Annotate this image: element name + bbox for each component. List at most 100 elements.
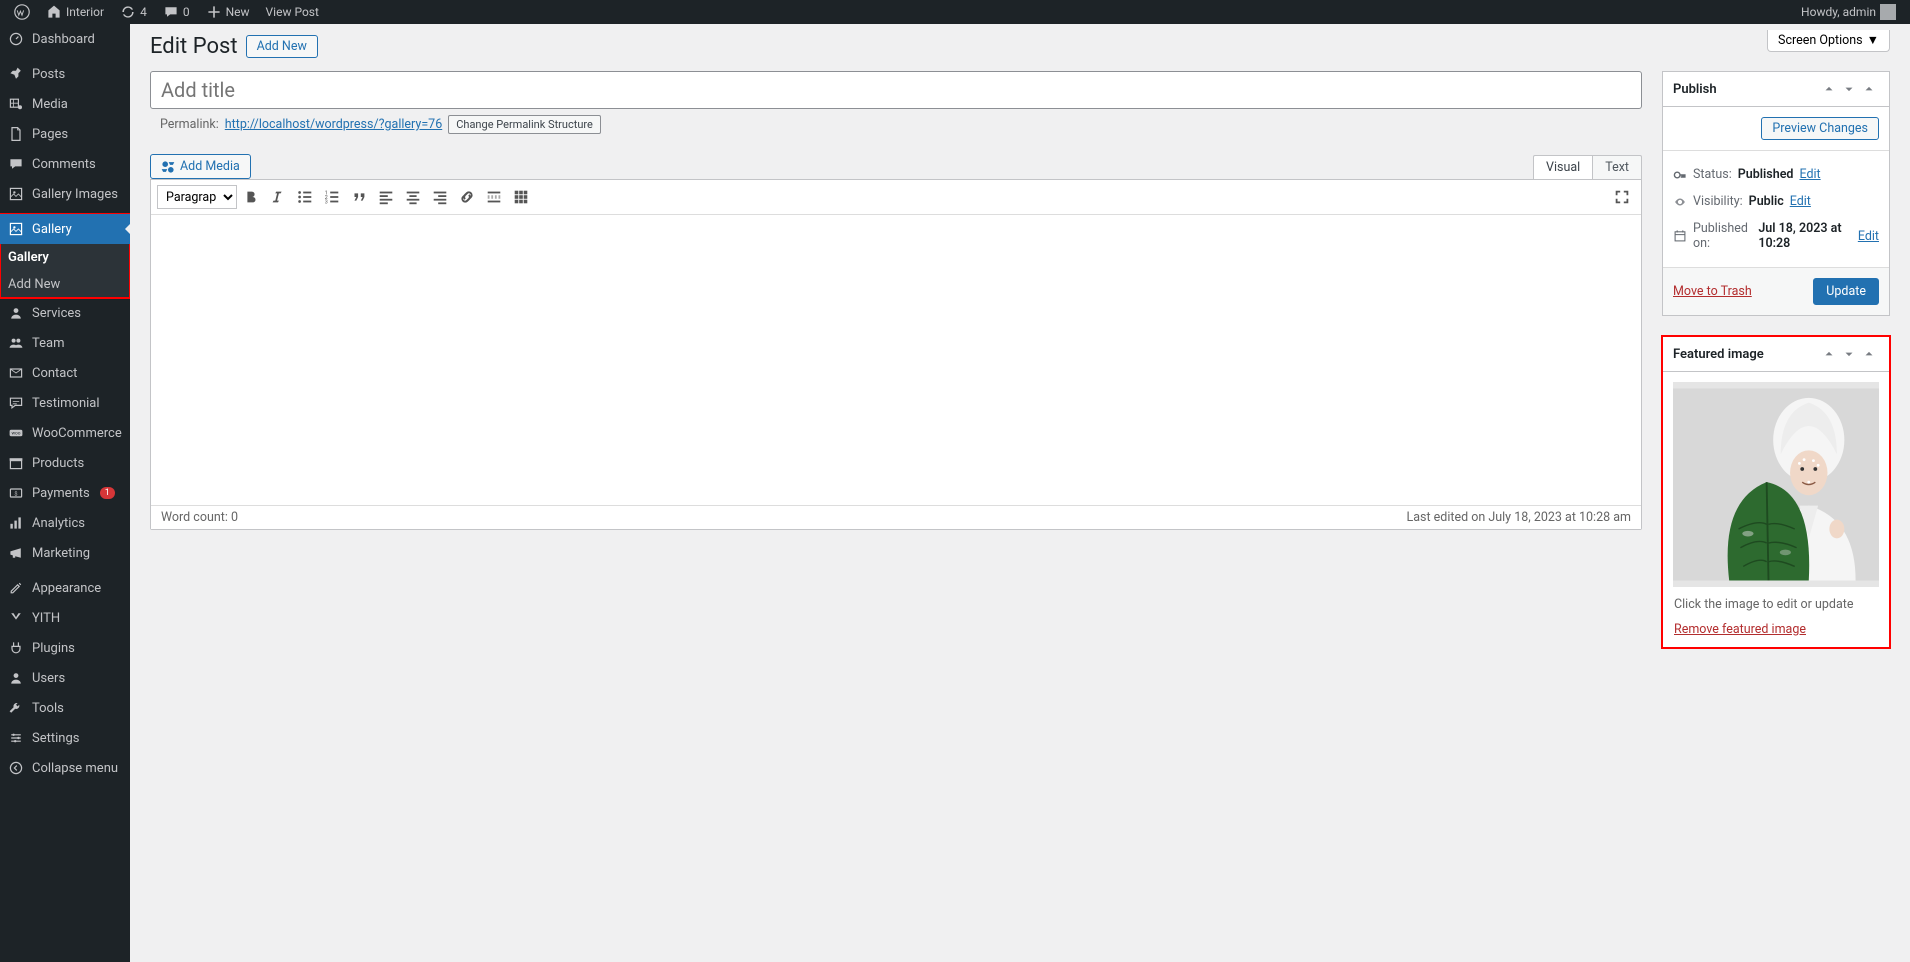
page-title: Edit Post	[150, 34, 238, 59]
italic-button[interactable]	[265, 184, 291, 210]
published-on-value: Jul 18, 2023 at 10:28	[1758, 221, 1852, 251]
visibility-label: Visibility:	[1693, 194, 1743, 209]
sidebar-item-label: Testimonial	[32, 396, 100, 411]
caret-down-icon: ▼	[1867, 33, 1879, 48]
plug-icon	[8, 640, 24, 656]
ol-button[interactable]: 123	[319, 184, 345, 210]
change-permalink-button[interactable]: Change Permalink Structure	[448, 115, 601, 134]
sidebar-item-label: Collapse menu	[32, 761, 118, 776]
ul-button[interactable]	[292, 184, 318, 210]
blockquote-button[interactable]	[346, 184, 372, 210]
add-media-button[interactable]: Add Media	[150, 154, 251, 179]
align-center-button[interactable]	[400, 184, 426, 210]
edit-status-link[interactable]: Edit	[1799, 167, 1820, 182]
sidebar-item-comments[interactable]: Comments	[0, 149, 130, 179]
sidebar-item-marketing[interactable]: Marketing	[0, 538, 130, 568]
comments-link[interactable]: 0	[157, 0, 196, 24]
fullscreen-button[interactable]	[1609, 184, 1635, 210]
align-left-button[interactable]	[373, 184, 399, 210]
post-title-input[interactable]	[150, 71, 1642, 109]
sidebar-item-label: Pages	[32, 127, 68, 142]
status-label: Status:	[1693, 167, 1732, 182]
submenu-item-gallery[interactable]: Gallery	[0, 244, 130, 271]
featured-image-help: Click the image to edit or update	[1673, 587, 1879, 612]
move-up-button[interactable]	[1819, 80, 1839, 98]
wrench-icon	[8, 700, 24, 716]
update-button[interactable]: Update	[1813, 278, 1879, 305]
sidebar-item-label: Marketing	[32, 546, 90, 561]
remove-featured-image-link[interactable]: Remove featured image	[1674, 622, 1806, 637]
sidebar-item-gallery[interactable]: Gallery	[0, 214, 130, 244]
edit-visibility-link[interactable]: Edit	[1790, 194, 1811, 209]
key-icon	[1673, 168, 1687, 182]
screen-options-toggle[interactable]: Screen Options ▼	[1767, 30, 1890, 52]
align-right-button[interactable]	[427, 184, 453, 210]
svg-text:$: $	[14, 490, 17, 497]
new-content-link[interactable]: New	[200, 0, 256, 24]
toggle-panel-button[interactable]	[1859, 80, 1879, 98]
preview-changes-button[interactable]: Preview Changes	[1761, 117, 1879, 140]
move-up-button[interactable]	[1819, 345, 1839, 363]
user-greeting[interactable]: Howdy, admin	[1795, 0, 1902, 24]
sidebar-item-label: Products	[32, 456, 84, 471]
move-to-trash-link[interactable]: Move to Trash	[1673, 284, 1752, 299]
featured-image-thumbnail[interactable]	[1673, 382, 1879, 587]
wp-logo-icon[interactable]	[8, 0, 36, 24]
sidebar-item-label: Settings	[32, 731, 79, 746]
sidebar-item-plugins[interactable]: Plugins	[0, 633, 130, 663]
link-button[interactable]	[454, 184, 480, 210]
sidebar-item-team[interactable]: Team	[0, 328, 130, 358]
sidebar-item-collapse-menu[interactable]: Collapse menu	[0, 753, 130, 783]
toggle-panel-button[interactable]	[1859, 345, 1879, 363]
collapse-icon	[8, 760, 24, 776]
sidebar-item-tools[interactable]: Tools	[0, 693, 130, 723]
bold-button[interactable]	[238, 184, 264, 210]
submenu-item-add-new[interactable]: Add New	[0, 271, 130, 298]
sidebar-item-woocommerce[interactable]: wooWooCommerce	[0, 418, 130, 448]
sidebar-item-pages[interactable]: Pages	[0, 119, 130, 149]
sidebar-item-label: WooCommerce	[32, 426, 122, 441]
sidebar-item-payments[interactable]: $Payments1	[0, 478, 130, 508]
sidebar-item-settings[interactable]: Settings	[0, 723, 130, 753]
updates-link[interactable]: 4	[114, 0, 153, 24]
publish-heading: Publish	[1673, 82, 1717, 97]
admin-bar: Interior 4 0 New View Post Howdy, admin	[0, 0, 1910, 24]
toolbar-toggle-button[interactable]	[508, 184, 534, 210]
sidebar-item-products[interactable]: Products	[0, 448, 130, 478]
permalink-url[interactable]: http://localhost/wordpress/?gallery=76	[225, 117, 442, 132]
content-editor[interactable]	[151, 215, 1641, 505]
visibility-value: Public	[1749, 194, 1784, 209]
sidebar-item-yith[interactable]: YITH	[0, 603, 130, 633]
site-name-link[interactable]: Interior	[40, 0, 110, 24]
sidebar-item-label: Analytics	[32, 516, 85, 531]
sidebar-item-label: Tools	[32, 701, 64, 716]
sidebar-item-users[interactable]: Users	[0, 663, 130, 693]
edit-date-link[interactable]: Edit	[1858, 229, 1879, 244]
user-icon	[8, 670, 24, 686]
tab-text[interactable]: Text	[1592, 155, 1642, 179]
tab-visual[interactable]: Visual	[1533, 155, 1592, 179]
move-down-button[interactable]	[1839, 345, 1859, 363]
sidebar-item-appearance[interactable]: Appearance	[0, 573, 130, 603]
sidebar-item-services[interactable]: Services	[0, 298, 130, 328]
sidebar-item-contact[interactable]: Contact	[0, 358, 130, 388]
featured-image-metabox: Featured image	[1662, 336, 1890, 648]
sidebar-item-media[interactable]: Media	[0, 89, 130, 119]
gallery-icon	[8, 186, 24, 202]
sidebar-item-testimonial[interactable]: Testimonial	[0, 388, 130, 418]
format-select[interactable]: Paragraph	[157, 185, 237, 209]
comments-count: 0	[183, 5, 190, 19]
move-down-button[interactable]	[1839, 80, 1859, 98]
sidebar-item-dashboard[interactable]: Dashboard	[0, 24, 130, 54]
media-icon	[8, 96, 24, 112]
sidebar-item-gallery-images[interactable]: Gallery Images	[0, 179, 130, 209]
word-count: Word count: 0	[161, 510, 238, 525]
sidebar-item-posts[interactable]: Posts	[0, 59, 130, 89]
pin-icon	[8, 66, 24, 82]
featured-image-heading: Featured image	[1673, 347, 1764, 362]
more-button[interactable]	[481, 184, 507, 210]
sidebar-item-analytics[interactable]: Analytics	[0, 508, 130, 538]
view-post-link[interactable]: View Post	[260, 0, 325, 24]
add-new-button[interactable]: Add New	[246, 35, 318, 58]
bullhorn-icon	[8, 545, 24, 561]
